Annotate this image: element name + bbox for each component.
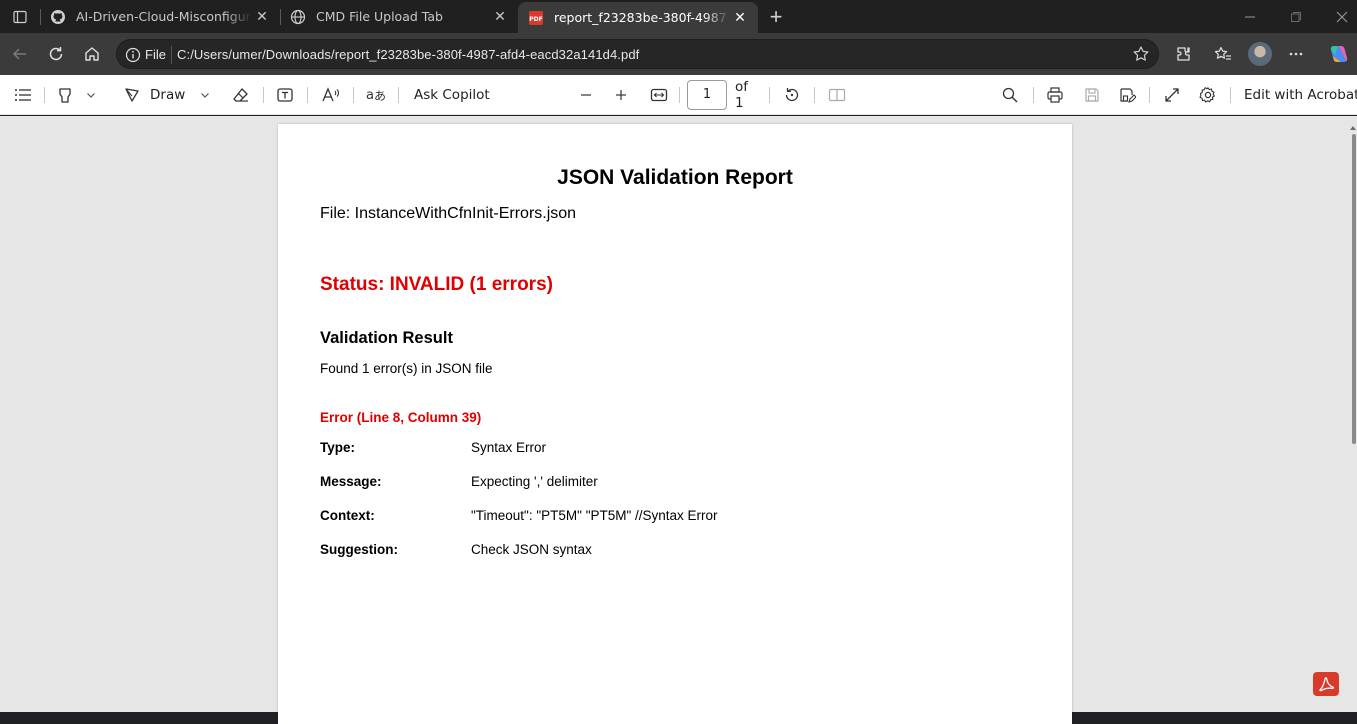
draw-button[interactable]: Draw: [150, 83, 188, 107]
zoom-out-icon[interactable]: [575, 83, 597, 107]
svg-text:あ: あ: [374, 89, 386, 103]
summary-text: Found 1 error(s) in JSON file: [320, 361, 493, 376]
close-tab-icon[interactable]: ✕: [490, 7, 510, 27]
svg-text:PDF: PDF: [529, 16, 542, 23]
page-total-label: of 1: [735, 79, 749, 111]
navigation-bar: File C:/Users/umer/Downloads/report_f232…: [0, 33, 1357, 75]
chevron-down-icon[interactable]: [82, 83, 100, 107]
globe-icon: [290, 9, 306, 25]
page-view-icon[interactable]: [825, 83, 849, 107]
toolbar-divider: [769, 87, 770, 103]
translate-icon[interactable]: aあ: [362, 83, 390, 107]
more-options-icon[interactable]: [1285, 43, 1307, 65]
text-box-icon[interactable]: [273, 83, 297, 107]
draw-pen-icon[interactable]: [120, 83, 144, 107]
url-text[interactable]: C:/Users/umer/Downloads/report_f23283be-…: [177, 47, 639, 62]
site-info-icon[interactable]: [125, 47, 141, 63]
pdf-page: JSON Validation Report File: InstanceWit…: [278, 124, 1072, 724]
ask-copilot-button[interactable]: Ask Copilot: [414, 83, 490, 107]
error-heading: Error (Line 8, Column 39): [320, 410, 482, 425]
save-icon[interactable]: [1080, 83, 1104, 107]
tab-title: report_f23283be-380f-4987-afd4-e: [554, 10, 730, 25]
pdf-icon: PDF: [528, 10, 544, 26]
url-scheme-label: File: [145, 47, 166, 62]
status-line: Status: INVALID (1 errors): [320, 274, 553, 295]
edit-with-acrobat-button[interactable]: Edit with Acrobat: [1244, 83, 1357, 107]
toolbar-divider: [1230, 87, 1231, 103]
tab-github[interactable]: AI-Driven-Cloud-Misconfiguratio ✕: [40, 0, 280, 33]
toolbar-divider: [263, 87, 264, 103]
detail-key: Type:: [320, 440, 356, 455]
close-tab-icon[interactable]: ✕: [252, 7, 272, 27]
scrollbar-thumb[interactable]: [1352, 134, 1356, 444]
toolbar-divider: [398, 87, 399, 103]
tab-title: CMD File Upload Tab: [316, 9, 443, 24]
tab-actions-icon[interactable]: [8, 7, 32, 27]
tab-title: AI-Driven-Cloud-Misconfiguratio: [76, 9, 252, 24]
detail-key: Suggestion:: [320, 542, 398, 557]
report-file-line: File: InstanceWithCfnInit-Errors.json: [320, 205, 577, 222]
print-icon[interactable]: [1043, 83, 1067, 107]
toolbar-divider: [1033, 87, 1034, 103]
detail-value: Expecting ',' delimiter: [471, 474, 598, 489]
svg-text:a: a: [366, 88, 374, 103]
address-divider: [171, 46, 172, 64]
detail-key: Context:: [320, 508, 375, 523]
toolbar-divider: [1149, 87, 1150, 103]
toolbar-divider: [353, 87, 354, 103]
chevron-down-icon[interactable]: [196, 83, 214, 107]
search-icon[interactable]: [998, 83, 1022, 107]
minimize-icon[interactable]: [1227, 0, 1273, 33]
acrobat-icon[interactable]: [1313, 672, 1339, 696]
detail-key: Message:: [320, 474, 382, 489]
favorite-star-icon[interactable]: [1132, 45, 1150, 63]
detail-value: "Timeout": "PT5M" "PT5M" //Syntax Error: [471, 508, 718, 523]
home-icon[interactable]: [79, 42, 105, 66]
toolbar-divider: [814, 87, 815, 103]
scroll-up-arrow-icon[interactable]: [1350, 118, 1356, 130]
close-tab-icon[interactable]: ✕: [730, 8, 750, 28]
address-bar[interactable]: File C:/Users/umer/Downloads/report_f232…: [116, 39, 1159, 69]
favorites-icon[interactable]: [1212, 43, 1234, 65]
report-title: JSON Validation Report: [557, 166, 793, 189]
detail-value: Syntax Error: [471, 440, 547, 455]
read-aloud-icon[interactable]: [318, 83, 344, 107]
extensions-icon[interactable]: [1172, 43, 1194, 65]
rotate-icon[interactable]: [780, 83, 804, 107]
zoom-in-icon[interactable]: [610, 83, 632, 107]
fit-to-width-icon[interactable]: [647, 83, 671, 107]
toolbar-divider: [307, 87, 308, 103]
toolbar-divider: [679, 87, 680, 103]
copilot-icon[interactable]: [1327, 43, 1349, 65]
highlight-icon[interactable]: [54, 83, 76, 107]
back-arrow-icon[interactable]: [7, 42, 33, 66]
refresh-icon[interactable]: [43, 42, 69, 66]
close-window-icon[interactable]: [1319, 0, 1357, 33]
pdf-toolbar: Draw aあ Ask Copilot 1 of 1 Edit with Acr…: [0, 75, 1357, 115]
tab-strip: AI-Driven-Cloud-Misconfiguratio ✕ CMD Fi…: [0, 0, 1357, 33]
page-number-input[interactable]: 1: [687, 80, 727, 110]
profile-avatar[interactable]: [1248, 42, 1272, 66]
settings-gear-icon[interactable]: [1196, 83, 1220, 107]
tab-cmd-upload[interactable]: CMD File Upload Tab ✕: [280, 0, 518, 33]
new-tab-icon[interactable]: +: [764, 4, 788, 29]
tab-pdf-report[interactable]: PDF report_f23283be-380f-4987-afd4-e ✕: [518, 2, 758, 33]
github-icon: [50, 9, 66, 25]
expand-icon[interactable]: [1160, 83, 1184, 107]
eraser-icon[interactable]: [229, 83, 253, 107]
detail-value: Check JSON syntax: [471, 542, 592, 557]
section-heading: Validation Result: [320, 329, 453, 347]
toolbar-divider: [44, 87, 45, 103]
contents-list-icon[interactable]: [10, 83, 36, 107]
restore-icon[interactable]: [1273, 0, 1319, 33]
save-as-icon[interactable]: [1115, 83, 1139, 107]
